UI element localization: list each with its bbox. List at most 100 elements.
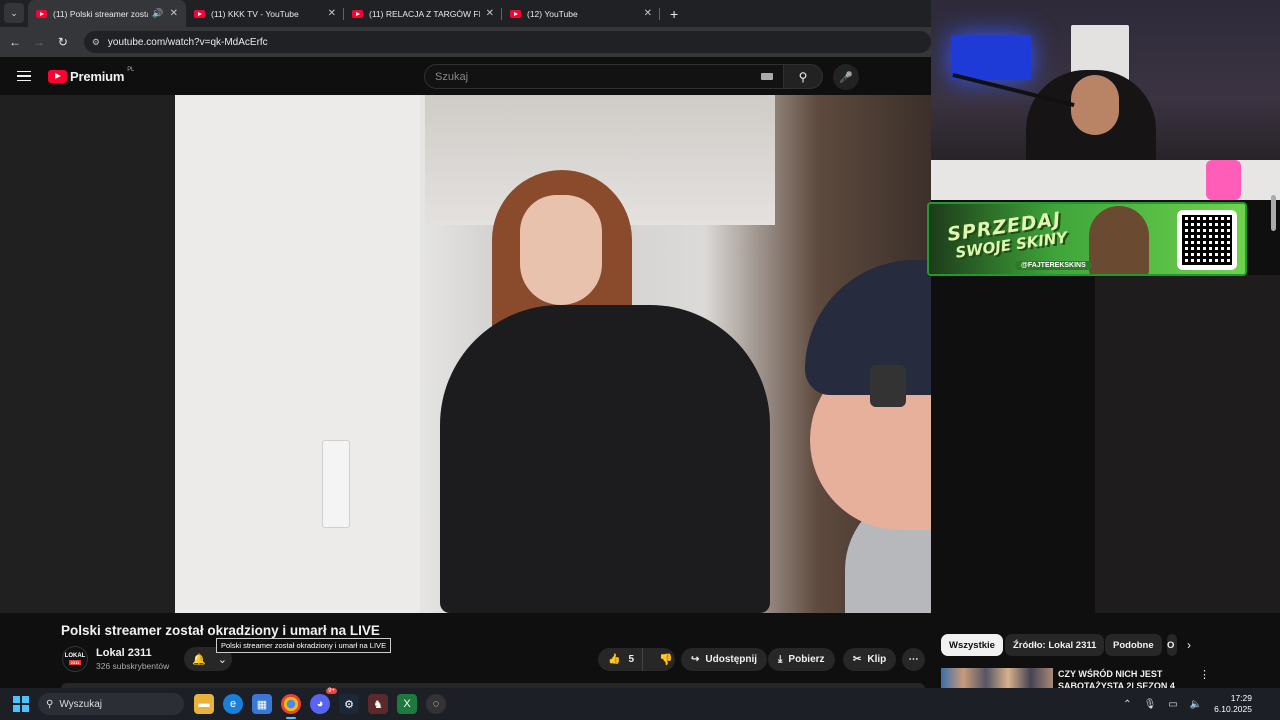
close-tab-icon[interactable]: ✕ [486, 8, 494, 19]
close-tab-icon[interactable]: ✕ [644, 8, 652, 19]
clip-button[interactable]: ✂ Klip [843, 648, 897, 671]
speaker-icon[interactable]: 🔊 [152, 8, 163, 19]
more-horizontal-icon: ⋯ [908, 654, 919, 665]
system-tray: ⌃ 🎙 ▭ 🔈 17:29 6.10.2025 [1123, 688, 1280, 720]
related-video-title[interactable]: CZY WŚRÓD NICH JEST SABOTAŻYSTA 2| SEZON… [1058, 668, 1208, 690]
screen: ⌄ (11) Polski streamer został okradziony… [0, 0, 1280, 720]
clock-time: 17:29 [1230, 693, 1252, 703]
reload-icon[interactable]: ↻ [54, 33, 72, 51]
address-bar[interactable]: ⚙ youtube.com/watch?v=qk-MdAcErfc [83, 31, 931, 53]
chip-all[interactable]: Wszystkie [941, 634, 1003, 656]
channel-avatar[interactable]: LOKAL 2311 [62, 646, 88, 672]
youtube-favicon-icon [510, 9, 521, 18]
discord-icon[interactable]: 9+ ◕ [310, 688, 337, 714]
search-icon: ⚲ [46, 698, 54, 710]
chevron-down-icon: ⌄ [10, 7, 18, 18]
related-video-thumbnail[interactable] [941, 668, 1053, 690]
taskbar-apps: ▬ e ▦ 9+ ◕ ⚙ ♞ X ◌ [194, 688, 446, 719]
more-actions-button[interactable]: ⋯ [902, 648, 925, 671]
volume-icon[interactable]: 🔈 [1190, 699, 1202, 710]
chip-source[interactable]: Źródło: Lokal 2311 [1005, 634, 1105, 656]
chevron-down-icon: ⌄ [217, 653, 227, 666]
stream-background [1095, 275, 1280, 613]
search-button[interactable]: ⚲ [783, 64, 823, 89]
forward-arrow-icon[interactable]: → [30, 33, 48, 51]
youtube-favicon-icon [352, 9, 363, 18]
video-title: Polski streamer został okradziony i umar… [61, 623, 380, 638]
file-explorer-icon[interactable]: ▬ [194, 694, 214, 714]
voice-search-button[interactable]: 🎤 [833, 64, 859, 90]
video-details: Polski streamer został okradziony i umar… [0, 613, 931, 690]
dog-mascot-image [1089, 206, 1149, 274]
browser-tab[interactable]: (11) RELACJA Z TARGÓW FIWE ✕ [344, 0, 502, 27]
scrollbar[interactable] [1270, 195, 1278, 235]
chip-more[interactable]: O [1167, 634, 1177, 656]
chrome-icon[interactable] [281, 694, 301, 719]
site-info-icon[interactable]: ⚙ [92, 37, 100, 48]
like-count: 5 [628, 654, 635, 665]
game-app-icon[interactable]: ♞ [368, 694, 388, 714]
channel-name[interactable]: Lokal 2311 [96, 647, 152, 659]
download-icon: ⤓ [778, 654, 783, 665]
download-button[interactable]: ⤓ Pobierz [768, 648, 835, 671]
youtube-premium-logo[interactable]: Premium PL [48, 67, 135, 84]
taskbar-search-placeholder: Wyszukaj [59, 698, 103, 710]
qr-code-icon [1177, 210, 1237, 270]
avatar-subtext: 2311 [68, 660, 82, 665]
video-player[interactable] [0, 95, 931, 613]
tab-title: (11) KKK TV - YouTube [211, 8, 299, 19]
sponsor-banner: SPRZEDAJ SWOJE SKINY @FAJTEREKSKINS [927, 202, 1247, 276]
clock-date: 6.10.2025 [1214, 704, 1252, 714]
thumbs-down-icon: 👎 [659, 654, 673, 666]
chevron-up-icon[interactable]: ⌃ [1123, 699, 1131, 710]
title-tooltip: Polski streamer został okradziony i umar… [216, 638, 392, 653]
clock[interactable]: 17:29 6.10.2025 [1214, 693, 1252, 715]
browser-tab[interactable]: (12) YouTube ✕ [502, 0, 660, 27]
video-scene-man [795, 260, 931, 613]
url-text: youtube.com/watch?v=qk-MdAcErfc [107, 36, 268, 48]
tab-title: (11) RELACJA Z TARGÓW FIWE [369, 8, 480, 19]
download-label: Pobierz [788, 654, 825, 665]
browser-tab-strip: ⌄ (11) Polski streamer został okradziony… [0, 0, 931, 27]
taskbar-search-input[interactable]: ⚲ Wyszukaj [38, 693, 184, 715]
tab-title: (11) Polski streamer został okradziony [53, 8, 148, 19]
related-sidebar: Wszystkie Źródło: Lokal 2311 Podobne O ›… [931, 613, 1280, 690]
tab-search-button[interactable]: ⌄ [4, 3, 24, 23]
discord-badge: 9+ [326, 688, 337, 694]
share-icon: ↪ [691, 654, 700, 665]
excel-icon[interactable]: X [397, 694, 417, 714]
new-tab-button[interactable]: + [660, 0, 688, 27]
network-icon[interactable]: ▭ [1168, 699, 1177, 710]
store-icon[interactable]: ▦ [252, 694, 272, 714]
search-icon: ⚲ [798, 69, 808, 84]
search-input[interactable]: Szukaj [424, 64, 784, 89]
bell-icon: 🔔 [192, 653, 206, 666]
back-arrow-icon[interactable]: ← [6, 33, 24, 51]
video-scene-woman [440, 170, 770, 613]
close-tab-icon[interactable]: ✕ [328, 8, 336, 19]
menu-icon[interactable] [17, 70, 31, 82]
youtube-play-icon [48, 69, 67, 83]
like-button[interactable]: 👍 5 [598, 648, 644, 671]
region-code: PL [127, 67, 135, 73]
search-placeholder: Szukaj [435, 70, 469, 83]
share-button[interactable]: ↪ Udostępnij [681, 648, 768, 671]
edge-icon[interactable]: e [223, 694, 243, 714]
more-vertical-icon[interactable]: ⋮ [1199, 668, 1210, 681]
thumbs-up-icon: 👍 [608, 654, 621, 665]
browser-tab-active[interactable]: (11) Polski streamer został okradziony 🔊… [28, 0, 186, 27]
microphone-icon[interactable]: 🎙 [1144, 699, 1157, 710]
close-tab-icon[interactable]: ✕ [170, 8, 178, 19]
dislike-button[interactable]: 👎 [649, 653, 683, 666]
keyboard-icon[interactable] [761, 73, 773, 80]
chevron-right-icon[interactable]: › [1187, 638, 1191, 652]
steam-icon[interactable]: ⚙ [339, 694, 359, 714]
streamer-webcam [931, 0, 1280, 200]
windows-start-icon[interactable] [13, 696, 29, 712]
chip-similar[interactable]: Podobne [1105, 634, 1162, 656]
youtube-header: Premium PL Szukaj ⚲ 🎤 [0, 57, 931, 95]
browser-tab[interactable]: (11) KKK TV - YouTube ✕ [186, 0, 344, 27]
video-frame [175, 95, 931, 613]
app-icon[interactable]: ◌ [426, 694, 446, 714]
logo-text: Premium [70, 68, 125, 84]
